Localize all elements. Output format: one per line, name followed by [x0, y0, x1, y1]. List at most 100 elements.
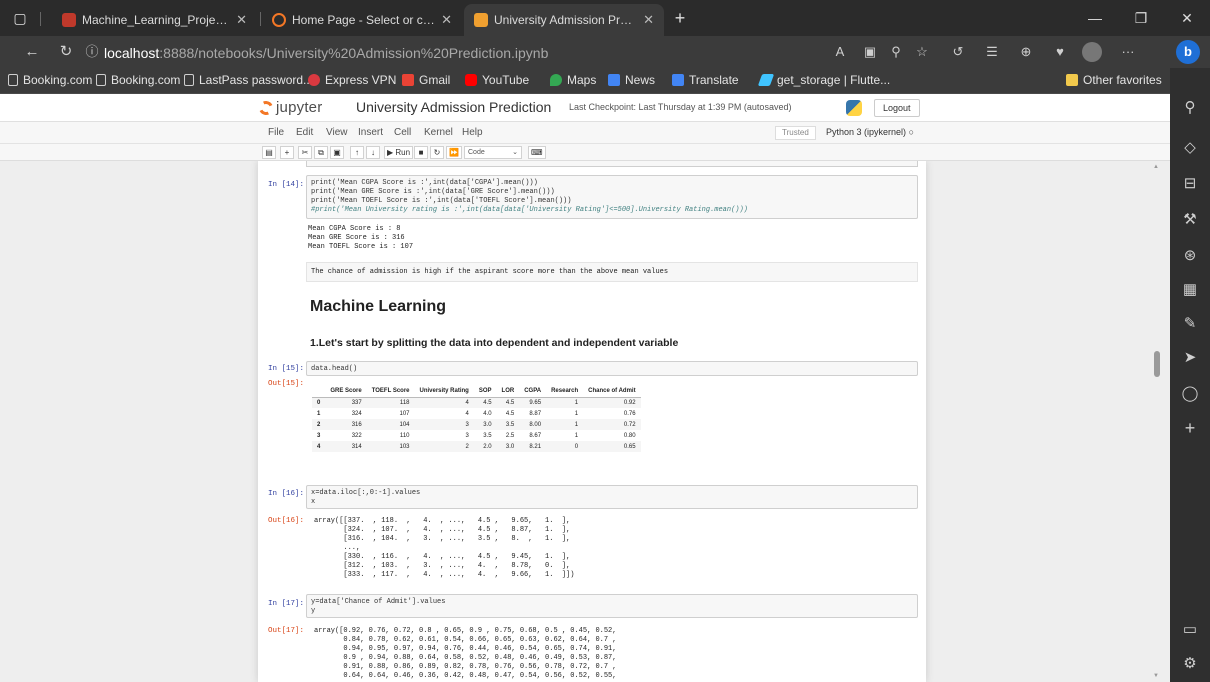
- restart-icon[interactable]: ↻: [430, 146, 444, 159]
- menu-edit[interactable]: Edit: [296, 127, 313, 138]
- favorite-star-icon[interactable]: ☆: [912, 42, 932, 62]
- paste-icon[interactable]: ▣: [330, 146, 344, 159]
- cell-type-select[interactable]: Code ⌄: [464, 146, 522, 159]
- bookmark-flutter[interactable]: get_storage | Flutte...: [757, 73, 890, 87]
- tab-ml-projects[interactable]: Machine_Learning_Projects_Vide ✕: [52, 4, 257, 36]
- row-index: 1: [317, 410, 321, 417]
- code-cell-16[interactable]: x=data.iloc[:,0:-1].values x: [306, 485, 918, 509]
- zoom-icon[interactable]: ⚲: [886, 42, 906, 62]
- close-window-icon[interactable]: ✕: [1164, 0, 1210, 36]
- vertical-scrollbar[interactable]: ▲ ▼: [1150, 161, 1164, 682]
- compose-icon[interactable]: ✎: [1180, 314, 1200, 334]
- bookmark-gmail[interactable]: Gmail: [402, 73, 450, 87]
- cut-icon[interactable]: ✂: [298, 146, 312, 159]
- close-tab-icon[interactable]: ✕: [643, 12, 654, 28]
- bookmark-lastpass[interactable]: LastPass password...: [184, 73, 313, 87]
- menu-insert[interactable]: Insert: [358, 127, 383, 138]
- add-plus-icon[interactable]: +: [1180, 418, 1200, 438]
- row-index: 0: [312, 397, 326, 408]
- bookmark-news[interactable]: News: [608, 73, 655, 87]
- window-menu-icon[interactable]: ▢: [10, 8, 30, 28]
- browser-essentials-heart-icon[interactable]: ♥: [1050, 42, 1070, 62]
- table-cell: 322: [351, 432, 362, 439]
- logout-button[interactable]: Logout: [874, 99, 920, 117]
- table-cell: 4: [465, 410, 469, 417]
- menu-help[interactable]: Help: [462, 127, 483, 138]
- bookmark-label: YouTube: [482, 73, 530, 87]
- trusted-badge[interactable]: Trusted: [775, 126, 816, 140]
- profile-avatar[interactable]: [1082, 42, 1102, 62]
- command-palette-keyboard-icon[interactable]: ⌨: [528, 146, 546, 159]
- bing-copilot-icon[interactable]: b: [1176, 40, 1200, 64]
- notebook-title[interactable]: University Admission Prediction: [356, 99, 551, 115]
- scrollbar-thumb[interactable]: [1154, 351, 1160, 377]
- close-tab-icon[interactable]: ✕: [441, 12, 452, 28]
- move-up-arrow-icon[interactable]: ↑: [350, 146, 364, 159]
- insert-cell-plus-icon[interactable]: +: [280, 146, 294, 159]
- games-icon[interactable]: ⊛: [1180, 246, 1200, 266]
- menu-kernel[interactable]: Kernel: [424, 127, 453, 138]
- url-field[interactable]: localhost:8888/notebooks/University%20Ad…: [104, 45, 548, 61]
- menu-view[interactable]: View: [326, 127, 348, 138]
- restore-icon[interactable]: ❐: [1118, 0, 1164, 36]
- input-prompt-16: In [16]:: [268, 490, 305, 498]
- output-prompt-16: Out[16]:: [268, 517, 305, 525]
- close-tab-icon[interactable]: ✕: [236, 12, 247, 28]
- stop-square-icon[interactable]: ■: [414, 146, 428, 159]
- save-icon[interactable]: ▤: [262, 146, 276, 159]
- code-line: x: [311, 498, 316, 506]
- back-arrow-icon[interactable]: ←: [22, 42, 42, 62]
- code-cell-17[interactable]: y=data['Chance of Admit'].values y: [306, 594, 918, 618]
- menu-file[interactable]: File: [268, 127, 284, 138]
- scroll-up-arrow-icon[interactable]: ▲: [1153, 164, 1159, 170]
- refresh-icon[interactable]: ↻: [56, 42, 76, 62]
- shopping-icon[interactable]: ⊟: [1180, 174, 1200, 194]
- drop-icon[interactable]: ◯: [1180, 384, 1200, 404]
- scroll-down-arrow-icon[interactable]: ▼: [1153, 673, 1159, 679]
- run-button[interactable]: ▶ Run: [384, 146, 414, 159]
- tools-icon[interactable]: ⚒: [1180, 210, 1200, 230]
- bookmark-maps[interactable]: Maps: [550, 73, 596, 87]
- table-cell: 0.92: [583, 397, 641, 408]
- settings-gear-icon[interactable]: ⚙: [1180, 654, 1200, 674]
- table-cell: 4.5: [505, 410, 515, 417]
- tab-university-admission[interactable]: University Admission Prediction ✕: [464, 4, 664, 36]
- app-available-icon[interactable]: ▣: [860, 42, 880, 62]
- bookmark-translate[interactable]: Translate: [672, 73, 739, 87]
- fast-forward-icon[interactable]: ⏩: [446, 146, 462, 159]
- new-tab-plus-icon[interactable]: +: [670, 8, 690, 28]
- input-prompt-14: In [14]:: [268, 181, 305, 189]
- output-line: ...,: [314, 544, 361, 552]
- info-icon[interactable]: ⓘ: [82, 42, 102, 62]
- bookmark-youtube[interactable]: YouTube: [465, 73, 529, 87]
- kernel-indicator[interactable]: Python 3 (ipykernel) ○: [826, 127, 914, 137]
- tag-icon[interactable]: ◇: [1180, 138, 1200, 158]
- bookmark-booking-2[interactable]: Booking.com: [96, 73, 180, 87]
- code-cell-15[interactable]: data.head(): [306, 361, 918, 376]
- table-cell: 1: [546, 397, 584, 408]
- refresh-extension-icon[interactable]: ↺: [948, 42, 968, 62]
- collections-icon[interactable]: ⊕: [1016, 42, 1036, 62]
- bookmark-expressvpn[interactable]: Express VPN: [308, 73, 396, 87]
- code-cell-14[interactable]: print('Mean CGPA Score is :',int(data['C…: [306, 175, 918, 219]
- send-icon[interactable]: ➤: [1180, 348, 1200, 368]
- notebook-area: In [14]: print('Mean CGPA Score is :',in…: [0, 161, 1170, 682]
- other-favorites[interactable]: Other favorites: [1066, 73, 1162, 87]
- bookmark-booking-1[interactable]: Booking.com: [8, 73, 92, 87]
- markdown-cell-note[interactable]: The chance of admission is high if the a…: [306, 262, 918, 282]
- tab-home-page[interactable]: Home Page - Select or create a n ✕: [262, 4, 462, 36]
- jupyter-logo[interactable]: jupyter: [257, 98, 322, 117]
- chevron-down-icon: ⌄: [512, 149, 518, 156]
- sidebar-panel-icon[interactable]: ▭: [1180, 620, 1200, 640]
- code-line: x=data.iloc[:,0:-1].values: [311, 489, 421, 497]
- search-icon[interactable]: ⚲: [1180, 98, 1200, 118]
- more-options-icon[interactable]: ···: [1118, 42, 1138, 62]
- table-column-header: GRE Score: [325, 386, 367, 398]
- menu-cell[interactable]: Cell: [394, 127, 411, 138]
- copy-icon[interactable]: ⧉: [314, 146, 328, 159]
- favorites-list-icon[interactable]: ☰: [982, 42, 1002, 62]
- minimize-icon[interactable]: —: [1072, 0, 1118, 36]
- read-aloud-icon[interactable]: A: [830, 42, 850, 62]
- office-icon[interactable]: ▦: [1180, 280, 1200, 300]
- move-down-arrow-icon[interactable]: ↓: [366, 146, 380, 159]
